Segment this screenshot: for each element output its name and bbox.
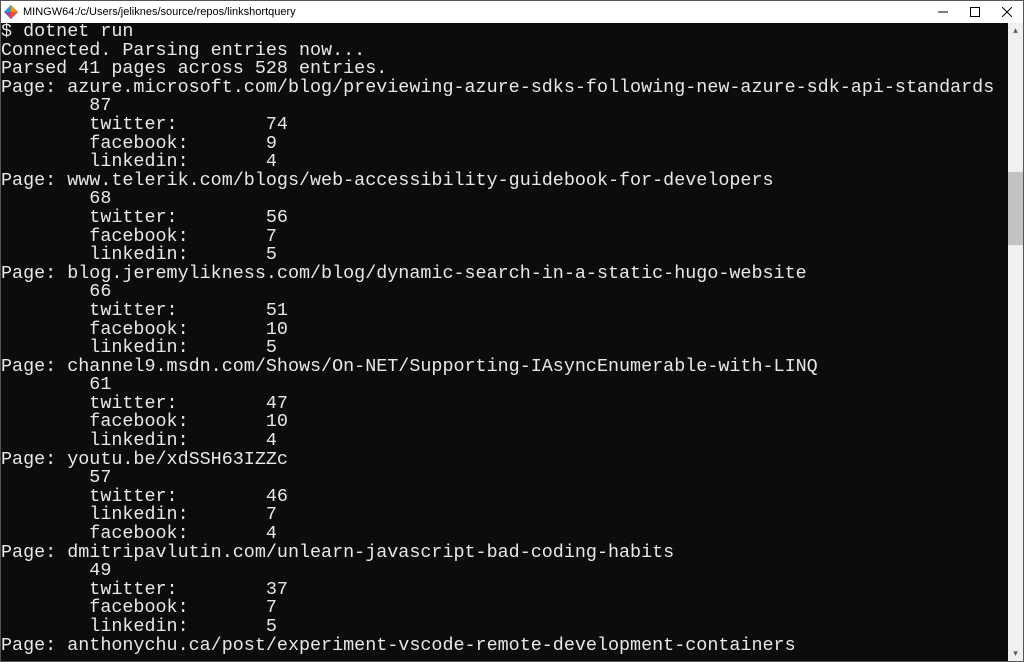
- terminal-line: twitter: 74: [1, 116, 1008, 135]
- terminal-line: linkedin: 5: [1, 618, 1008, 637]
- terminal-line: Page: dmitripavlutin.com/unlearn-javascr…: [1, 544, 1008, 563]
- terminal-line: linkedin: 4: [1, 153, 1008, 172]
- minimize-button[interactable]: [927, 1, 959, 23]
- scroll-down-icon[interactable]: ▾: [1008, 646, 1023, 661]
- terminal-output[interactable]: $ dotnet runConnected. Parsing entries n…: [1, 23, 1008, 661]
- scroll-track[interactable]: [1008, 38, 1023, 646]
- terminal-line: Page: blog.jeremylikness.com/blog/dynami…: [1, 265, 1008, 284]
- terminal-line: linkedin: 5: [1, 339, 1008, 358]
- terminal-line: facebook: 4: [1, 525, 1008, 544]
- terminal-line: Page: channel9.msdn.com/Shows/On-NET/Sup…: [1, 358, 1008, 377]
- window-title: MINGW64:/c/Users/jeliknes/source/repos/l…: [23, 6, 927, 18]
- terminal-line: $ dotnet run: [1, 23, 1008, 42]
- terminal-line: Page: anthonychu.ca/post/experiment-vsco…: [1, 637, 1008, 656]
- mingw-icon: [3, 4, 19, 20]
- terminal-line: Page: www.telerik.com/blogs/web-accessib…: [1, 172, 1008, 191]
- terminal-line: Page: youtu.be/xdSSH63IZZc: [1, 451, 1008, 470]
- terminal-line: linkedin: 4: [1, 432, 1008, 451]
- vertical-scrollbar[interactable]: ▴ ▾: [1008, 23, 1023, 661]
- terminal-window: MINGW64:/c/Users/jeliknes/source/repos/l…: [0, 0, 1024, 662]
- window-controls: [927, 1, 1023, 23]
- client-area: $ dotnet runConnected. Parsing entries n…: [1, 23, 1023, 661]
- scroll-thumb[interactable]: [1008, 172, 1023, 245]
- terminal-line: linkedin: 5: [1, 246, 1008, 265]
- scroll-up-icon[interactable]: ▴: [1008, 23, 1023, 38]
- terminal-line: twitter: 51: [1, 302, 1008, 321]
- terminal-line: twitter: 56: [1, 209, 1008, 228]
- maximize-button[interactable]: [959, 1, 991, 23]
- titlebar[interactable]: MINGW64:/c/Users/jeliknes/source/repos/l…: [1, 1, 1023, 23]
- terminal-line: Page: azure.microsoft.com/blog/previewin…: [1, 79, 1008, 98]
- terminal-line: Parsed 41 pages across 528 entries.: [1, 60, 1008, 79]
- close-button[interactable]: [991, 1, 1023, 23]
